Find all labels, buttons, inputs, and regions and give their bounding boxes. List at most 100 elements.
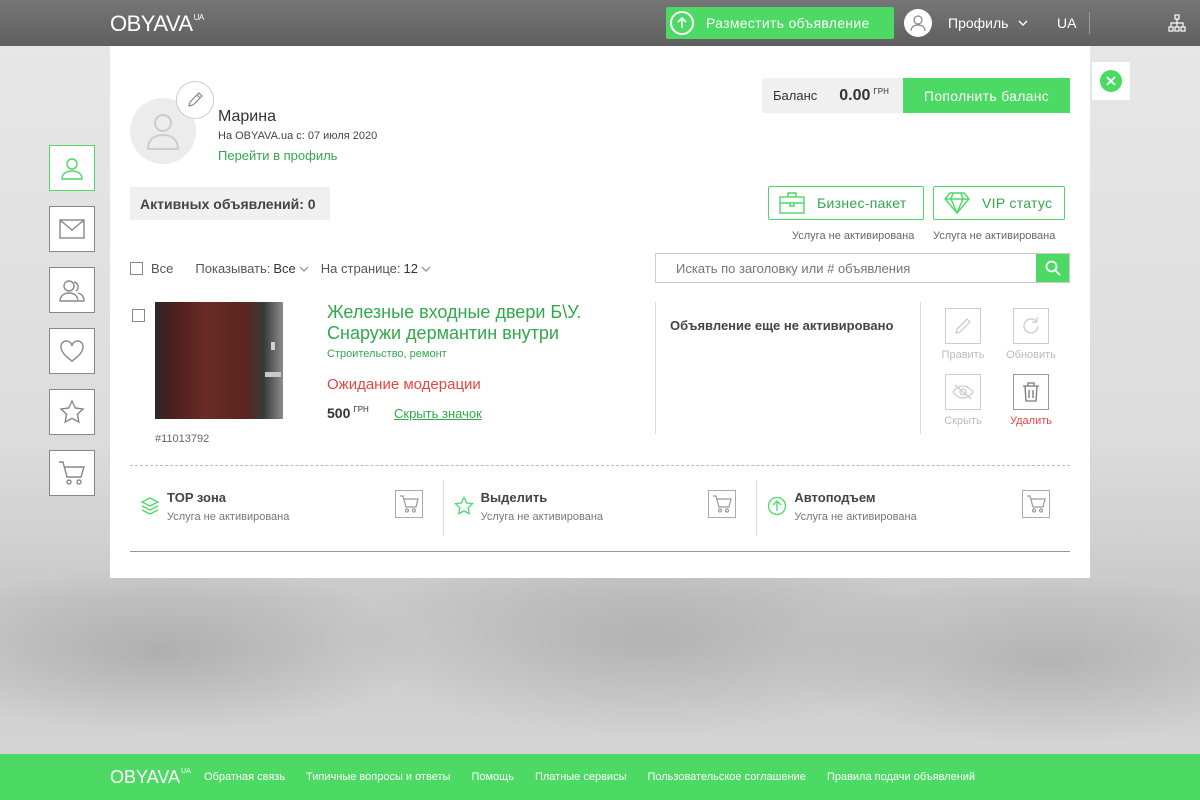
business-package-label: Бизнес-пакет [817, 195, 907, 211]
service-highlight: Выделить Услуга не активирована [444, 480, 758, 536]
side-nav [49, 145, 95, 511]
footer-logo-suffix: UA [181, 768, 191, 775]
eye-off-icon [945, 374, 981, 410]
profile-menu[interactable]: Профиль [948, 15, 1028, 31]
vip-status-note: Услуга не активирована [933, 230, 1056, 242]
vip-status-button[interactable]: VIP статус [933, 186, 1065, 220]
service-note: Услуга не активирована [794, 511, 917, 523]
search-icon [1045, 260, 1061, 276]
nav-cart[interactable] [49, 450, 95, 496]
door-handle-shape [265, 372, 281, 377]
listing-filters: Все Показывать: Все На странице: 12 [130, 261, 443, 276]
vip-status-label: VIP статус [982, 195, 1053, 211]
nav-contacts[interactable] [49, 267, 95, 313]
service-note: Услуга не активирована [167, 511, 290, 523]
chevron-down-icon [1018, 20, 1028, 26]
user-placeholder-icon [146, 114, 180, 150]
listing-price-value: 500 [327, 405, 351, 421]
user-avatar-icon[interactable] [904, 9, 932, 37]
service-auto-raise: Автоподъем Услуга не активирована [757, 480, 1070, 536]
footer-link-feedback[interactable]: Обратная связь [204, 771, 285, 783]
star-icon [59, 399, 85, 424]
account-panel: Марина На OBYAVA.ua с: 07 июля 2020 Пере… [110, 46, 1090, 578]
listing-status: Ожидание модерации [327, 376, 481, 393]
footer-link-paid-services[interactable]: Платные сервисы [535, 771, 627, 783]
footer-links: Обратная связь Типичные вопросы и ответы… [204, 771, 996, 783]
search-input[interactable] [656, 254, 1036, 282]
listing-title[interactable]: Железные входные двери Б\У. Снаружи дерм… [327, 302, 627, 344]
users-icon [59, 280, 85, 302]
service-name: Автоподъем [794, 490, 876, 505]
hide-label: Скрыть [944, 415, 982, 427]
listing-thumbnail[interactable] [155, 302, 283, 419]
briefcase-icon [779, 192, 805, 214]
hide-badge-link[interactable]: Скрыть значок [394, 406, 482, 421]
service-name: Выделить [480, 490, 548, 505]
balance-label: Баланс [773, 88, 818, 103]
renew-label: Обновить [1006, 349, 1056, 361]
topup-balance-button[interactable]: Пополнить баланс [903, 78, 1070, 113]
search-button[interactable] [1036, 254, 1069, 282]
per-page-select[interactable]: На странице: 12 [321, 261, 431, 276]
cart-icon[interactable] [1022, 490, 1051, 518]
show-filter-label: Показывать: [195, 261, 271, 276]
edit-avatar-button[interactable] [176, 81, 214, 119]
cart-icon [59, 461, 85, 485]
cart-icon[interactable] [708, 490, 737, 518]
heart-icon [60, 340, 84, 362]
arrow-up-circle-icon [767, 496, 787, 521]
top-bar: OBYAVA UA Разместить объявление Профиль U… [0, 0, 1200, 46]
active-listings-count: Активных объявлений: 0 [130, 187, 330, 220]
language-switch[interactable]: UA [1057, 15, 1076, 31]
footer-link-user-agreement[interactable]: Пользовательское соглашение [647, 771, 805, 783]
service-top-zone: TOP зона Услуга не активирована [130, 480, 444, 536]
select-all-checkbox[interactable] [130, 262, 143, 275]
close-button[interactable] [1092, 62, 1130, 100]
listing-divider [920, 302, 921, 434]
nav-profile[interactable] [49, 145, 95, 191]
sitemap-icon[interactable] [1168, 14, 1186, 37]
renew-listing-button[interactable]: Обновить [1001, 308, 1061, 361]
nav-starred[interactable] [49, 389, 95, 435]
pencil-icon [188, 92, 203, 107]
edit-listing-button[interactable]: Править [933, 308, 993, 361]
logo-suffix: UA [193, 13, 205, 22]
footer-logo[interactable]: OBYAVA UA [110, 767, 191, 788]
goto-profile-link[interactable]: Перейти в профиль [218, 148, 337, 163]
post-ad-label: Разместить объявление [706, 15, 870, 31]
header-divider [1089, 12, 1090, 34]
user-name: Марина [218, 108, 276, 125]
arrow-up-icon [670, 11, 694, 35]
listing-row: #11013792 Железные входные двери Б\У. Сн… [130, 302, 1070, 452]
footer-link-faq[interactable]: Типичные вопросы и ответы [306, 771, 450, 783]
delete-listing-button[interactable]: Удалить [1001, 374, 1061, 427]
listing-category: Строительство, ремонт [327, 348, 447, 360]
footer-logo-text: OBYAVA [110, 767, 181, 787]
edit-label: Править [941, 349, 985, 361]
hide-listing-button[interactable]: Скрыть [933, 374, 993, 427]
user-icon [61, 158, 83, 180]
show-filter-select[interactable]: Показывать: Все [195, 261, 309, 276]
star-icon [453, 496, 474, 521]
trash-icon [1013, 374, 1049, 410]
diamond-icon [944, 192, 970, 214]
listing-checkbox[interactable] [132, 309, 145, 322]
footer-link-help[interactable]: Помощь [471, 771, 514, 783]
service-name: TOP зона [167, 490, 227, 505]
site-logo[interactable]: OBYAVA UA [110, 11, 204, 37]
listing-id: #11013792 [155, 433, 210, 445]
paid-services-row: TOP зона Услуга не активирована Выделить… [130, 480, 1070, 536]
post-ad-button[interactable]: Разместить объявление [666, 7, 894, 39]
nav-messages[interactable] [49, 206, 95, 252]
per-page-label: На странице: [320, 261, 401, 276]
refresh-icon [1013, 308, 1049, 344]
chevron-down-icon [421, 266, 431, 272]
envelope-icon [59, 219, 85, 239]
cart-icon[interactable] [394, 490, 423, 518]
per-page-value: 12 [403, 261, 418, 276]
close-icon [1100, 70, 1122, 92]
nav-favorites[interactable] [49, 328, 95, 374]
footer-link-posting-rules[interactable]: Правила подачи объявлений [827, 771, 975, 783]
business-package-button[interactable]: Бизнес-пакет [768, 186, 924, 220]
service-note: Услуга не активирована [480, 511, 604, 523]
